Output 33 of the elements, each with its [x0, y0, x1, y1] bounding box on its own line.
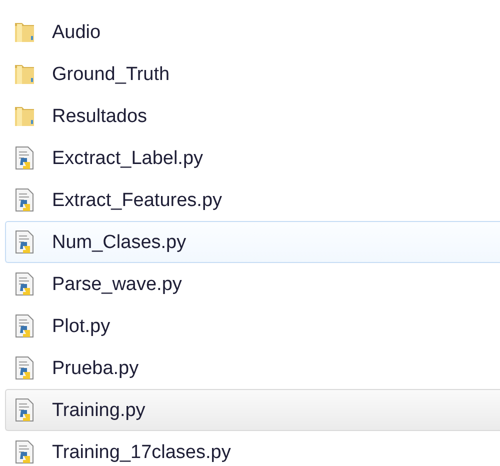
file-name: Extract_Features.py [52, 190, 222, 210]
file-name: Exctract_Label.py [52, 148, 204, 168]
file-name: Resultados [52, 106, 148, 126]
python-file-icon [14, 272, 36, 296]
python-file-icon [14, 398, 36, 422]
folder-icon [14, 62, 36, 86]
folder-icon [14, 104, 36, 128]
python-file-icon [14, 188, 36, 212]
python-file-icon [14, 356, 36, 380]
python-file-icon [14, 314, 36, 338]
file-name: Num_Clases.py [52, 232, 186, 252]
file-row[interactable]: Num_Clases.py [5, 221, 500, 263]
file-name: Training.py [52, 400, 146, 420]
file-row[interactable]: Parse_wave.py [5, 263, 500, 305]
file-row[interactable]: Resultados [5, 95, 500, 137]
file-name: Training_17clases.py [52, 442, 231, 462]
file-row[interactable]: Extract_Features.py [5, 179, 500, 221]
python-file-icon [14, 440, 36, 464]
file-row[interactable]: Exctract_Label.py [5, 137, 500, 179]
file-name: Plot.py [52, 316, 110, 336]
python-file-icon [14, 230, 36, 254]
file-name: Parse_wave.py [52, 274, 182, 294]
file-name: Prueba.py [52, 358, 139, 378]
file-row[interactable]: Training_17clases.py [5, 431, 500, 466]
file-row[interactable]: Prueba.py [5, 347, 500, 389]
file-row[interactable]: Plot.py [5, 305, 500, 347]
folder-icon [14, 20, 36, 44]
file-row[interactable]: Ground_Truth [5, 53, 500, 95]
python-file-icon [14, 146, 36, 170]
file-name: Ground_Truth [52, 64, 170, 84]
file-name: Audio [52, 22, 101, 42]
file-row[interactable]: Audio [5, 11, 500, 53]
file-row[interactable]: Training.py [5, 389, 500, 431]
